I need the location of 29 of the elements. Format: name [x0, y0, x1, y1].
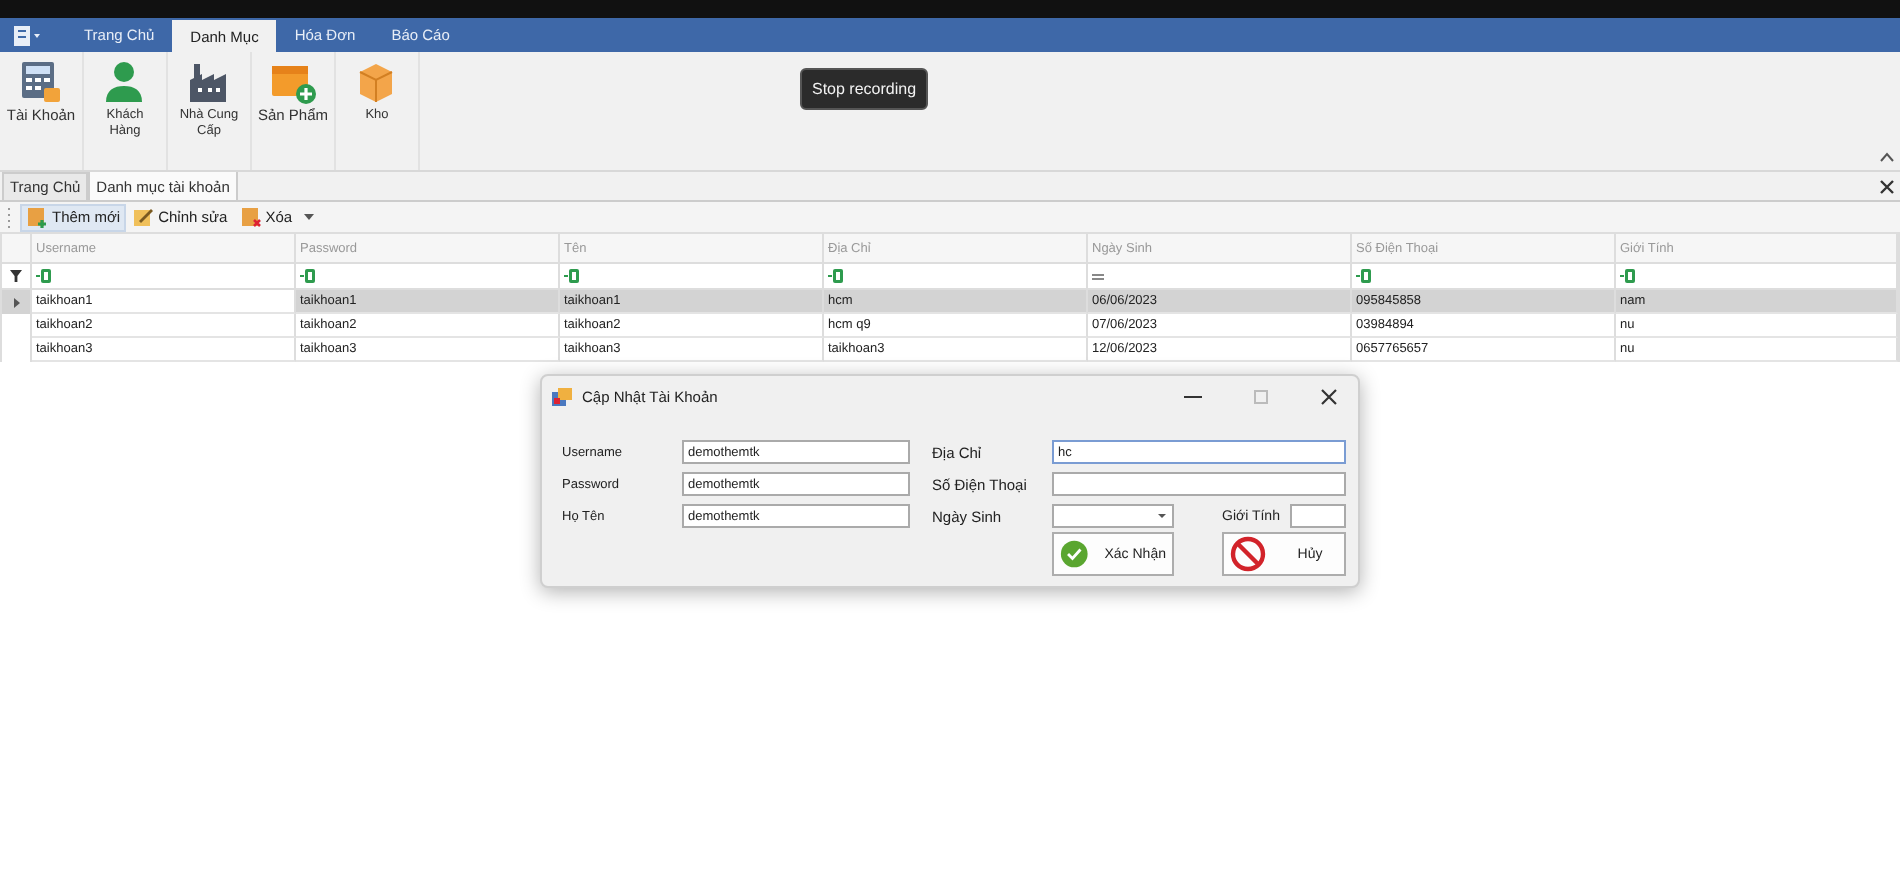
folder-plus-icon — [270, 60, 316, 104]
row-pointer-icon — [13, 297, 19, 307]
filter-condition-icon — [828, 268, 846, 284]
equals-icon — [1092, 273, 1104, 279]
filter-condition-icon — [1620, 268, 1638, 284]
filter-condition-icon — [564, 268, 582, 284]
app-icon — [552, 387, 572, 405]
delete-icon — [239, 206, 262, 228]
check-icon — [1060, 538, 1089, 570]
caret-down-icon — [303, 214, 314, 220]
filter-icon — [10, 270, 22, 282]
tooltip: Stop recording — [800, 68, 929, 110]
add-icon — [26, 206, 48, 228]
maximize-icon — [1252, 387, 1270, 405]
caret-down-icon — [1158, 514, 1166, 518]
calculator-icon — [18, 60, 64, 104]
prohibited-icon — [1230, 536, 1266, 572]
close-icon — [1320, 387, 1338, 405]
input-field[interactable] — [1052, 472, 1346, 496]
date-dropdown[interactable] — [1052, 504, 1174, 528]
edit-icon — [132, 206, 155, 228]
factory-icon — [186, 60, 232, 104]
filter-condition-icon — [300, 268, 318, 284]
filter-condition-icon — [1356, 268, 1374, 284]
input-field[interactable] — [1290, 504, 1346, 528]
person-icon — [102, 60, 148, 104]
close-icon — [1880, 179, 1894, 193]
document-icon — [12, 25, 40, 45]
filter-condition-icon — [36, 268, 54, 284]
